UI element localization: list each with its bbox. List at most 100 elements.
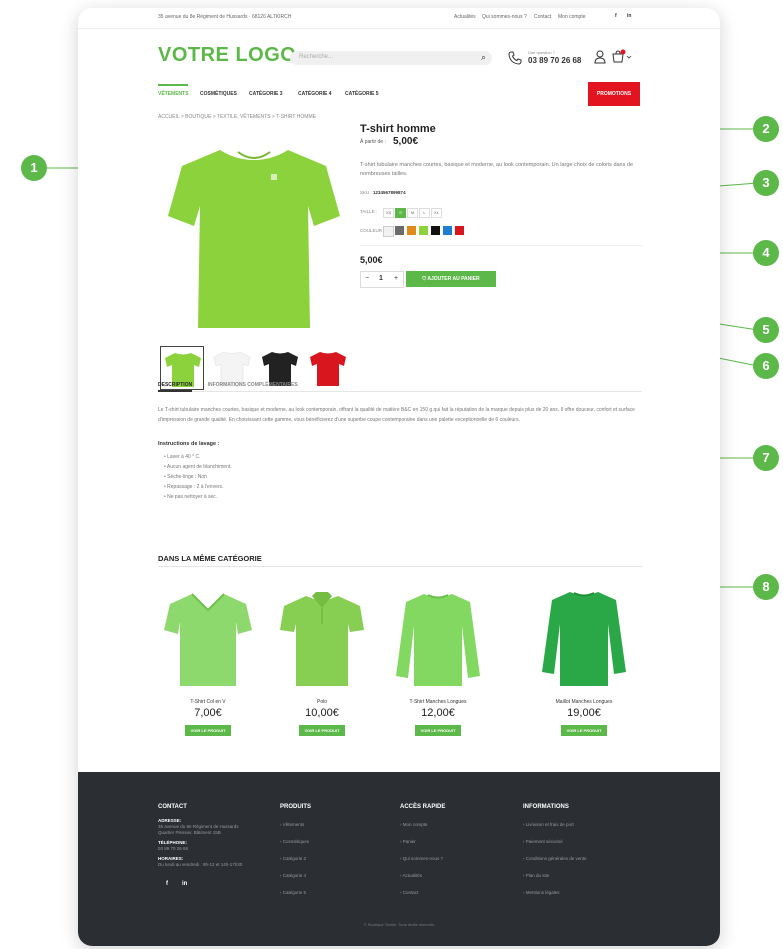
view-product-button[interactable]: VOIR LE PRODUIT xyxy=(185,725,231,736)
footer-link[interactable]: › Mon compte xyxy=(400,822,428,827)
related-product-image[interactable] xyxy=(388,586,488,694)
nav-item-category-3[interactable]: CATÉGORIE 3 xyxy=(249,91,283,97)
toplink-about[interactable]: Qui sommes-nous ? xyxy=(482,14,527,20)
footer-link[interactable]: › Paiement sécurisé xyxy=(523,839,563,844)
store-address: 35 avenue du 8e Régiment de Hussards · 6… xyxy=(158,14,292,20)
from-price: 5,00€ xyxy=(393,136,419,147)
promotions-button[interactable]: PROMOTIONS xyxy=(588,82,640,106)
footer-address-label: ADRESSE: xyxy=(158,818,182,823)
qty-value[interactable]: 1 xyxy=(379,275,383,282)
phone-number[interactable]: 03 89 70 26 68 xyxy=(528,56,581,65)
footer-link[interactable]: › Cosmétiques xyxy=(280,839,309,844)
footer-contact-title: CONTACT xyxy=(158,804,187,810)
divider xyxy=(360,245,642,246)
footer-link[interactable]: › Plan du site xyxy=(523,873,549,878)
footer-link[interactable]: › Vêtements xyxy=(280,822,304,827)
footer-products-title: PRODUITS xyxy=(280,804,312,810)
footer-link[interactable]: › Catégorie 4 xyxy=(280,873,306,878)
footer-link[interactable]: › Qui sommes-nous ? xyxy=(400,856,443,861)
footer-address: 35 avenue du 8e Régiment de Hussards xyxy=(158,824,239,829)
nav-item-category-4[interactable]: CATÉGORIE 4 xyxy=(298,91,332,97)
callout-badge: 1 xyxy=(21,155,47,181)
main-nav: VÊTEMENTS COSMÉTIQUES CATÉGORIE 3 CATÉGO… xyxy=(158,84,638,104)
toplink-contact[interactable]: Contact xyxy=(534,14,551,20)
product-name[interactable]: T-Shirt Manches Longues xyxy=(388,699,488,705)
nav-item-clothing[interactable]: VÊTEMENTS xyxy=(158,91,189,97)
product-tabs: DESCRIPTION INFORMATIONS COMPLÉMENTAIRES xyxy=(158,382,298,388)
callout-badge: 4 xyxy=(753,240,779,266)
user-icon[interactable] xyxy=(594,50,606,64)
toplink-news[interactable]: Actualités xyxy=(454,14,476,20)
product-name[interactable]: Polo xyxy=(272,699,372,705)
nav-item-category-5[interactable]: CATÉGORIE 5 xyxy=(345,91,379,97)
thumbnail-red[interactable] xyxy=(306,346,350,390)
product-price: 7,00€ xyxy=(194,707,222,719)
footer-link[interactable]: › Actualités xyxy=(400,873,422,878)
tab-description[interactable]: DESCRIPTION xyxy=(158,382,192,388)
site-logo[interactable]: VOTRE LOGO xyxy=(158,44,296,67)
size-option[interactable]: S xyxy=(395,208,406,218)
linkedin-icon[interactable]: in xyxy=(182,881,187,887)
related-title: DANS LA MÊME CATÉGORIE xyxy=(158,554,262,563)
sku-row: SKU : 1234567899874 xyxy=(360,190,406,195)
size-option[interactable]: L xyxy=(419,208,430,218)
view-product-button[interactable]: VOIR LE PRODUIT xyxy=(415,725,461,736)
product-main-image[interactable] xyxy=(158,130,350,342)
qty-minus-button[interactable]: − xyxy=(365,275,369,282)
footer-phone[interactable]: 03 89 70 26 68 xyxy=(158,846,188,851)
related-divider xyxy=(158,566,642,567)
view-product-button[interactable]: VOIR LE PRODUIT xyxy=(561,725,607,736)
nav-item-cosmetics[interactable]: COSMÉTIQUES xyxy=(200,91,237,97)
callout-badge: 3 xyxy=(753,170,779,196)
search-input[interactable]: Recherche... xyxy=(299,54,333,60)
color-swatch[interactable] xyxy=(455,226,464,235)
footer-link[interactable]: › Panier xyxy=(400,839,416,844)
related-product[interactable]: T-Shirt Col en V 7,00€ VOIR LE PRODUIT xyxy=(158,586,258,737)
toplink-account[interactable]: Mon compte xyxy=(558,14,586,20)
footer-link[interactable]: › Conditions générales de vente xyxy=(523,856,587,861)
size-option[interactable]: M xyxy=(407,208,418,218)
qty-plus-button[interactable]: + xyxy=(394,275,398,282)
facebook-icon[interactable]: f xyxy=(615,13,617,19)
related-product-image[interactable] xyxy=(534,586,634,694)
color-swatch[interactable] xyxy=(395,226,404,235)
footer-link[interactable]: › Catégorie 5 xyxy=(280,890,306,895)
color-swatch[interactable] xyxy=(419,226,428,235)
add-to-cart-button[interactable]: ⛉ AJOUTER AU PANIER xyxy=(406,271,496,287)
footer-hours-label: HORAIRES: xyxy=(158,856,184,861)
product-short-description: T-shirt tubulaire manches courtes, basiq… xyxy=(360,162,634,177)
related-product[interactable]: Maillot Manches Longues 19,00€ VOIR LE P… xyxy=(534,586,634,737)
callout-badge: 8 xyxy=(753,574,779,600)
footer-link[interactable]: › Mentions légales xyxy=(523,890,560,895)
add-to-cart-label: AJOUTER AU PANIER xyxy=(427,276,480,282)
color-swatch[interactable] xyxy=(443,226,452,235)
footer-link[interactable]: › Livraison et frais de port xyxy=(523,822,574,827)
view-product-button[interactable]: VOIR LE PRODUIT xyxy=(299,725,345,736)
sku-label: SKU : xyxy=(360,190,372,195)
related-product-image[interactable] xyxy=(158,586,258,694)
search-icon[interactable]: ⌕ xyxy=(481,52,486,63)
size-option[interactable]: XL xyxy=(431,208,442,218)
tab-additional-info[interactable]: INFORMATIONS COMPLÉMENTAIRES xyxy=(208,382,298,388)
product-price: 12,00€ xyxy=(421,707,455,719)
size-option[interactable]: XS xyxy=(383,208,394,218)
facebook-icon[interactable]: f xyxy=(166,881,168,887)
sku-value: 1234567899874 xyxy=(373,190,406,195)
search-bar[interactable]: Recherche... ⌕ xyxy=(290,51,492,65)
footer-link[interactable]: › Contact xyxy=(400,890,418,895)
linkedin-icon[interactable]: in xyxy=(627,13,631,19)
quantity-stepper[interactable]: − 1 + xyxy=(360,271,404,288)
related-product[interactable]: Polo 10,00€ VOIR LE PRODUIT xyxy=(272,586,372,737)
related-product[interactable]: T-Shirt Manches Longues 12,00€ VOIR LE P… xyxy=(388,586,488,737)
cart-icon[interactable] xyxy=(612,49,632,64)
color-swatch[interactable] xyxy=(407,226,416,235)
product-name[interactable]: Maillot Manches Longues xyxy=(534,699,634,705)
size-label: TAILLE : xyxy=(360,209,378,214)
breadcrumb[interactable]: ACCUEIL > BOUTIQUE > TEXTILE, VÊTEMENTS … xyxy=(158,114,316,120)
product-name[interactable]: T-Shirt Col en V xyxy=(158,699,258,705)
footer-link[interactable]: › Catégorie 3 xyxy=(280,856,306,861)
color-swatch[interactable] xyxy=(383,226,394,237)
color-swatch[interactable] xyxy=(431,226,440,235)
related-product-image[interactable] xyxy=(272,586,372,694)
from-label: À partir de : xyxy=(360,139,386,145)
